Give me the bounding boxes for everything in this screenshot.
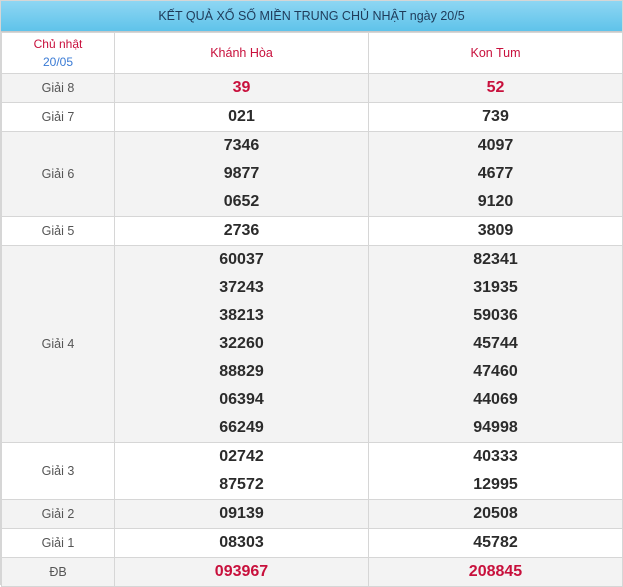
result-number: 32260 [219, 335, 264, 352]
result-number: 739 [482, 108, 509, 125]
prize-row-giai-5: Giải 5 2736 3809 [1, 216, 623, 246]
numbers-kon-tum: 52 [368, 73, 623, 103]
numbers-khanh-hoa: 093967 [114, 557, 369, 587]
prize-row-giai-7: Giải 7 021 739 [1, 102, 623, 132]
result-number: 3809 [477, 222, 514, 239]
result-number: 20508 [473, 505, 518, 522]
numbers-khanh-hoa: 021 [114, 102, 369, 132]
numbers-kon-tum: 739 [368, 102, 623, 132]
date-cell: Chủ nhật 20/05 [1, 32, 115, 74]
numbers-khanh-hoa: 39 [114, 73, 369, 103]
prize-label: Giải 8 [1, 73, 115, 103]
numbers-kon-tum: 4097 4677 9120 [368, 131, 623, 217]
numbers-kon-tum: 3809 [368, 216, 623, 246]
province-name: Khánh Hòa [210, 46, 273, 60]
prize-label: Giải 1 [1, 528, 115, 558]
prize-row-giai-8: Giải 8 39 52 [1, 73, 623, 103]
result-number: 4677 [477, 165, 514, 182]
result-number: 37243 [219, 279, 264, 296]
province-header-kon-tum: Kon Tum [368, 32, 623, 74]
results-table: Chủ nhật 20/05 Khánh Hòa Kon Tum Giải 8 … [1, 32, 623, 587]
result-number: 44069 [473, 391, 518, 408]
prize-label: Giải 5 [1, 216, 115, 246]
result-number: 88829 [219, 363, 264, 380]
header-row: Chủ nhật 20/05 Khánh Hòa Kon Tum [1, 32, 623, 74]
numbers-khanh-hoa: 08303 [114, 528, 369, 558]
result-number: 60037 [219, 251, 264, 268]
result-number: 87572 [219, 476, 264, 493]
result-number: 02742 [219, 448, 264, 465]
numbers-kon-tum: 208845 [368, 557, 623, 587]
result-number: 0652 [223, 193, 260, 210]
prize-label: Giải 4 [1, 245, 115, 443]
result-number: 39 [232, 79, 251, 96]
numbers-kon-tum: 82341 31935 59036 45744 47460 44069 9499… [368, 245, 623, 443]
prize-row-giai-6: Giải 6 7346 9877 0652 4097 4677 9120 [1, 131, 623, 217]
numbers-kon-tum: 45782 [368, 528, 623, 558]
prize-label: Giải 6 [1, 131, 115, 217]
prize-row-giai-3: Giải 3 02742 87572 40333 12995 [1, 442, 623, 500]
date-label: 20/05 [42, 55, 74, 69]
result-number: 38213 [219, 307, 264, 324]
numbers-khanh-hoa: 7346 9877 0652 [114, 131, 369, 217]
prize-label: ĐB [1, 557, 115, 587]
prize-row-special: ĐB 093967 208845 [1, 557, 623, 587]
special-prize-number: 208845 [468, 563, 523, 580]
numbers-khanh-hoa: 02742 87572 [114, 442, 369, 500]
numbers-kon-tum: 40333 12995 [368, 442, 623, 500]
numbers-kon-tum: 20508 [368, 499, 623, 529]
results-panel: KẾT QUẢ XỔ SỐ MIỀN TRUNG CHỦ NHẬT ngày 2… [0, 0, 623, 587]
result-number: 7346 [223, 137, 260, 154]
prize-row-giai-1: Giải 1 08303 45782 [1, 528, 623, 558]
result-number: 2736 [223, 222, 260, 239]
result-number: 40333 [473, 448, 518, 465]
prize-row-giai-4: Giải 4 60037 37243 38213 32260 88829 063… [1, 245, 623, 443]
province-name: Kon Tum [470, 46, 521, 60]
result-number: 45744 [473, 335, 518, 352]
result-number: 66249 [219, 419, 264, 436]
prize-label: Giải 2 [1, 499, 115, 529]
numbers-khanh-hoa: 09139 [114, 499, 369, 529]
result-number: 08303 [219, 534, 264, 551]
result-number: 12995 [473, 476, 518, 493]
numbers-khanh-hoa: 2736 [114, 216, 369, 246]
result-number: 52 [486, 79, 505, 96]
special-prize-number: 093967 [214, 563, 269, 580]
numbers-khanh-hoa: 60037 37243 38213 32260 88829 06394 6624… [114, 245, 369, 443]
result-number: 9120 [477, 193, 514, 210]
prize-label: Giải 3 [1, 442, 115, 500]
result-number: 021 [228, 108, 255, 125]
result-number: 82341 [473, 251, 518, 268]
result-number: 94998 [473, 419, 518, 436]
result-number: 06394 [219, 391, 264, 408]
result-number: 9877 [223, 165, 260, 182]
weekday-label: Chủ nhật [33, 37, 83, 51]
result-number: 09139 [219, 505, 264, 522]
page-title: KẾT QUẢ XỔ SỐ MIỀN TRUNG CHỦ NHẬT ngày 2… [1, 1, 622, 32]
result-number: 4097 [477, 137, 514, 154]
result-number: 45782 [473, 534, 518, 551]
result-number: 47460 [473, 363, 518, 380]
prize-row-giai-2: Giải 2 09139 20508 [1, 499, 623, 529]
province-header-khanh-hoa: Khánh Hòa [114, 32, 369, 74]
result-number: 31935 [473, 279, 518, 296]
prize-label: Giải 7 [1, 102, 115, 132]
result-number: 59036 [473, 307, 518, 324]
